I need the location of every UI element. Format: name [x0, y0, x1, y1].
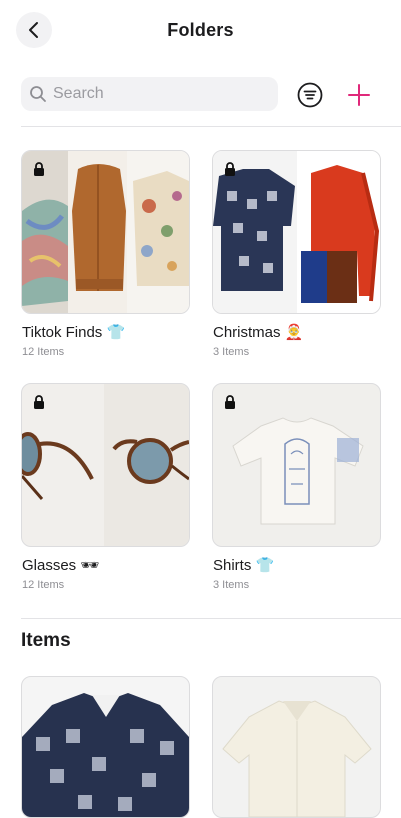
items-section-title: Items [21, 630, 71, 651]
divider [21, 126, 401, 127]
lock-icon [225, 162, 235, 176]
folder-title-christmas: Christmas 🤶 [213, 324, 304, 341]
folder-card-shirts[interactable] [212, 383, 381, 547]
item-card-bandana-shirt[interactable] [21, 676, 190, 818]
lock-icon [34, 162, 44, 176]
page-title: Folders [167, 20, 234, 40]
filter-icon [297, 82, 323, 108]
folder-title-glasses: Glasses 🕶 [22, 557, 100, 574]
item-card-cream-shirt[interactable] [212, 676, 381, 818]
folder-count: 12 Items [22, 579, 65, 591]
sunglasses-image [22, 384, 189, 546]
folder-card-glasses[interactable] [21, 383, 190, 547]
lock-icon [225, 395, 235, 409]
santa-emoji-icon: 🤶 [284, 324, 304, 341]
folder-thumbnail-3 [127, 151, 189, 313]
folder-card-tiktok-finds[interactable] [21, 150, 190, 314]
shirt-emoji-icon: 👕 [255, 557, 275, 574]
shirt-image [22, 693, 189, 817]
folder-thumbnail-2 [297, 151, 380, 313]
search-icon [30, 86, 46, 102]
folder-thumbnail-2 [68, 151, 127, 313]
folder-count: 3 Items [213, 346, 250, 358]
lock-icon [34, 395, 44, 409]
search-bar[interactable] [21, 77, 278, 111]
folder-title-tiktok-finds: Tiktok Finds 👕 [22, 324, 126, 341]
plus-icon [348, 84, 370, 106]
shirt-image [222, 700, 372, 817]
folder-card-christmas[interactable] [212, 150, 381, 314]
folder-title-shirts: Shirts 👕 [213, 557, 275, 574]
shirt-emoji-icon: 👕 [106, 324, 126, 341]
sunglasses-emoji-icon: 🕶 [80, 557, 100, 574]
divider [21, 618, 401, 619]
add-folder-button[interactable] [345, 81, 373, 109]
folder-count: 3 Items [213, 579, 250, 591]
tshirt-image [232, 417, 364, 525]
search-input[interactable] [51, 84, 255, 104]
folder-count: 12 Items [22, 346, 65, 358]
filter-button[interactable] [297, 82, 323, 108]
